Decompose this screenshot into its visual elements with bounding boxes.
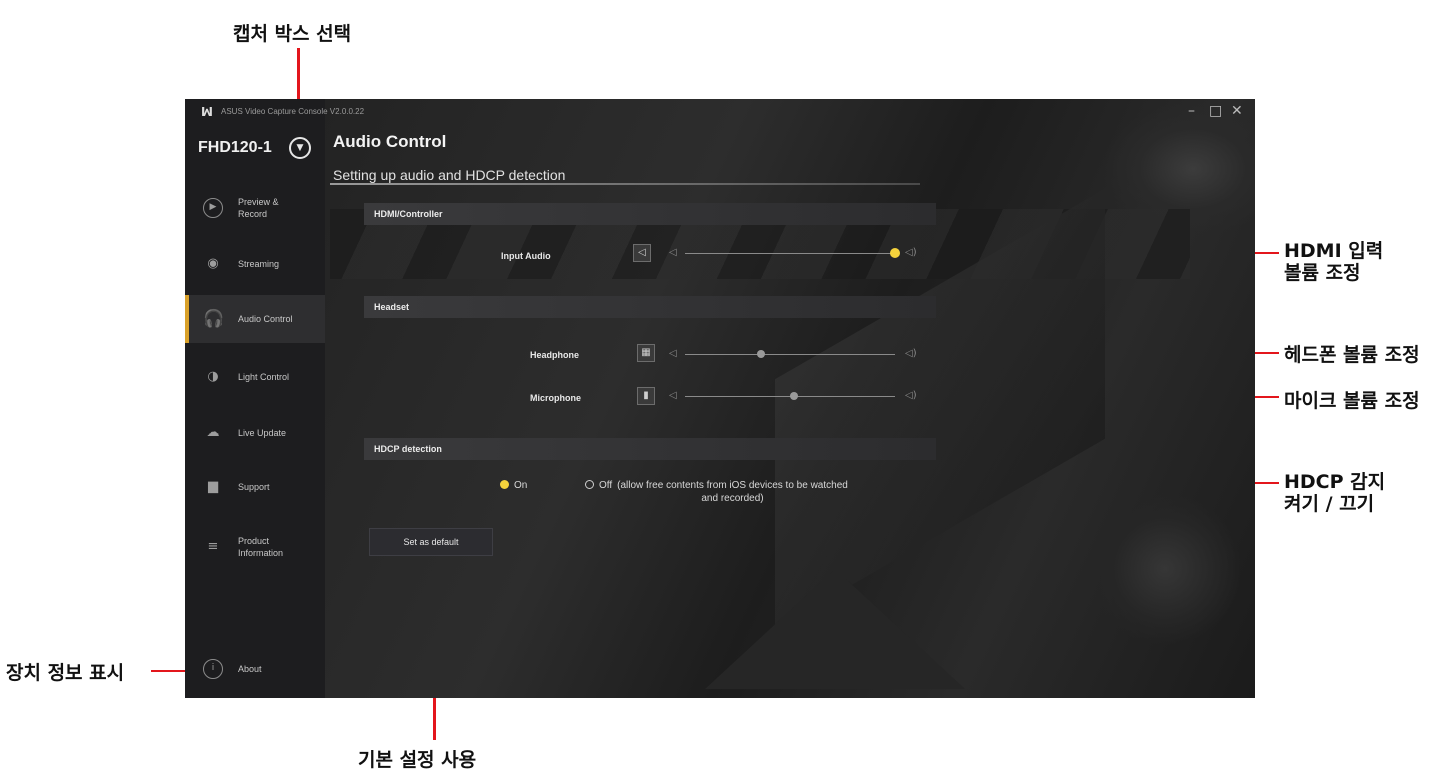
sidebar-item-live-update[interactable]: ☁ Live Update <box>185 409 325 457</box>
volume-low-icon: ◁ <box>669 390 677 401</box>
device-name: FHD120-1 <box>198 139 272 156</box>
sidebar-item-label: Live Update <box>238 428 287 438</box>
volume-low-icon: ◁ <box>669 247 677 258</box>
hdcp-off-note: (allow free contents from iOS devices to… <box>617 480 848 504</box>
section-header-hdmi: HDMI/Controller <box>364 203 936 225</box>
info-circle-icon: i <box>203 659 223 679</box>
slider-thumb[interactable] <box>890 248 900 258</box>
section-header-headset: Headset <box>364 296 936 318</box>
microphone-label: Microphone <box>530 393 581 403</box>
sidebar-item-about[interactable]: i About <box>185 645 325 693</box>
input-audio-slider[interactable] <box>685 248 900 258</box>
microphone-mute-button[interactable]: ▮ <box>637 387 655 405</box>
sidebar: FHD120-1 ▼ ▶ Preview & Record ◉ Streamin… <box>185 99 325 698</box>
subtitle-divider <box>330 183 920 185</box>
light-drop-icon: ◑ <box>207 369 219 384</box>
close-button[interactable]: ✕ <box>1231 102 1243 120</box>
hdcp-on-radio[interactable]: On <box>500 479 527 492</box>
callout-hdcp-toggle: HDCP 감지 켜기 / 끄기 <box>1284 471 1386 515</box>
callout-hdmi-volume: HDMI 입력 볼륨 조정 <box>1284 240 1384 284</box>
headphone-mute-button[interactable]: ▦ <box>637 344 655 362</box>
sidebar-item-product-information[interactable]: ≡ Product Information <box>185 523 325 571</box>
sidebar-item-label: Support <box>238 482 270 492</box>
section-header-hdcp: HDCP detection <box>364 438 936 460</box>
sidebar-item-support[interactable]: ▆ Support <box>185 463 325 511</box>
sidebar-item-light-control[interactable]: ◑ Light Control <box>185 353 325 401</box>
callout-use-default: 기본 설정 사용 <box>358 749 477 771</box>
sidebar-item-audio-control[interactable]: 🎧 Audio Control <box>185 295 325 343</box>
radio-unselected-icon <box>585 480 594 489</box>
hdcp-off-radio[interactable]: Off (allow free contents from iOS device… <box>585 479 848 505</box>
window-title: ASUS Video Capture Console V2.0.0.22 <box>221 107 365 116</box>
sidebar-item-label: Streaming <box>238 259 280 269</box>
sidebar-item-label: About <box>238 664 262 674</box>
headset-icon: 🎧 <box>203 309 225 329</box>
slider-thumb[interactable] <box>756 350 765 358</box>
set-as-default-button[interactable]: Set as default <box>369 528 493 556</box>
input-audio-label: Input Audio <box>501 251 551 261</box>
list-icon: ≡ <box>207 539 219 554</box>
page-title: Audio Control <box>333 132 447 151</box>
callout-headphone-volume: 헤드폰 볼륨 조정 <box>1284 344 1420 366</box>
maximize-button[interactable]: □ <box>1209 102 1222 120</box>
page-subtitle: Setting up audio and HDCP detection <box>333 167 566 183</box>
sidebar-item-label: Preview & Record <box>238 197 279 219</box>
broadcast-icon: ◉ <box>207 256 219 271</box>
volume-high-icon: ◁) <box>905 348 917 359</box>
sidebar-item-label: Light Control <box>238 372 290 382</box>
volume-high-icon: ◁) <box>905 390 917 401</box>
radio-selected-icon <box>500 480 509 489</box>
sidebar-item-label: Product Information <box>238 536 284 558</box>
sidebar-item-streaming[interactable]: ◉ Streaming <box>185 240 325 288</box>
minimize-button[interactable]: – <box>1188 102 1195 120</box>
app-window: FHD120-1 ▼ ▶ Preview & Record ◉ Streamin… <box>185 99 1255 698</box>
background-triangle <box>705 569 965 689</box>
tuf-logo-icon: ꟽ <box>201 105 213 119</box>
headphone-slider[interactable] <box>685 350 895 358</box>
headphone-label: Headphone <box>530 350 580 360</box>
chevron-down-circle-icon[interactable]: ▼ <box>289 137 311 159</box>
title-bar: ꟽ ASUS Video Capture Console V2.0.0.22 –… <box>185 99 1255 125</box>
support-icon: ▆ <box>208 479 218 494</box>
sidebar-item-label: Audio Control <box>238 314 293 324</box>
volume-high-icon: ◁) <box>905 247 917 258</box>
cloud-icon: ☁ <box>206 425 220 440</box>
sidebar-item-preview-record[interactable]: ▶ Preview & Record <box>185 184 325 232</box>
callout-mic-volume: 마이크 볼륨 조정 <box>1284 390 1420 412</box>
callout-capture-box-select: 캡처 박스 선택 <box>233 23 352 45</box>
play-circle-icon: ▶ <box>203 198 223 218</box>
input-audio-mute-button[interactable]: ◁ <box>633 244 651 262</box>
volume-low-icon: ◁ <box>669 348 677 359</box>
callout-device-info: 장치 정보 표시 <box>6 662 125 684</box>
microphone-slider[interactable] <box>685 392 895 400</box>
